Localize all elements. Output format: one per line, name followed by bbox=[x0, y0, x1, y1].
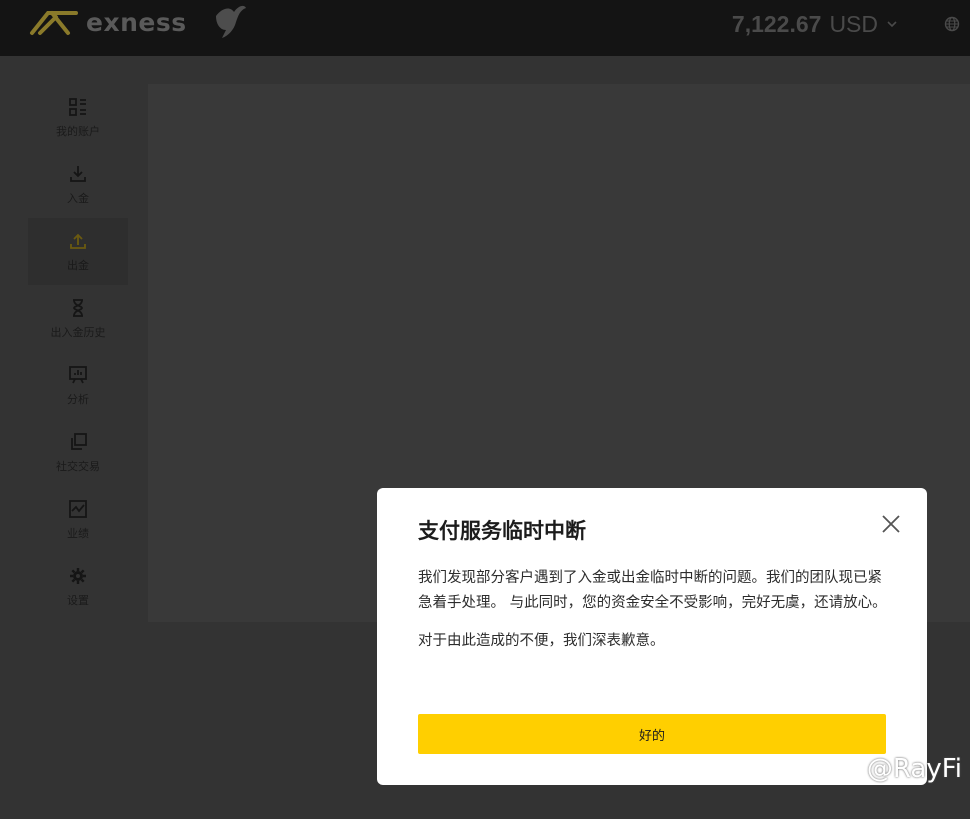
brand-name: exness bbox=[86, 7, 187, 37]
gear-icon bbox=[70, 567, 86, 584]
chevron-down-icon bbox=[887, 21, 897, 28]
close-icon[interactable] bbox=[879, 512, 903, 536]
sidebar-item-label: 入金 bbox=[67, 191, 89, 205]
performance-chart-icon bbox=[69, 499, 87, 518]
ok-button[interactable]: 好的 bbox=[418, 714, 886, 754]
balance-amount: 7,122.67 bbox=[731, 10, 822, 37]
sidebar-item-label: 设置 bbox=[67, 593, 89, 607]
sidebar-item-deposit[interactable]: 入金 bbox=[28, 151, 128, 218]
sidebar-item-analytics[interactable]: 分析 bbox=[28, 352, 128, 419]
sidebar-nav: 我的账户 入金 出金 出入金历史 分析 社交交易 业绩 设置 bbox=[28, 84, 128, 620]
watermark: @RayFi bbox=[839, 754, 962, 784]
brand-logo[interactable]: exness bbox=[28, 6, 187, 38]
zhihu-logo-icon bbox=[841, 759, 861, 779]
copy-icon bbox=[71, 432, 87, 450]
dialog-body: 我们发现部分客户遇到了入金或出金临时中断的问题。我们的团队现已紧急着手处理。 与… bbox=[418, 566, 888, 654]
sidebar-item-performance[interactable]: 业绩 bbox=[28, 486, 128, 553]
payment-interruption-dialog: 支付服务临时中断 我们发现部分客户遇到了入金或出金临时中断的问题。我们的团队现已… bbox=[377, 488, 927, 785]
watermark-text: @RayFi bbox=[866, 754, 962, 784]
sidebar-item-social-trading[interactable]: 社交交易 bbox=[28, 419, 128, 486]
analytics-icon bbox=[69, 365, 87, 383]
withdraw-icon bbox=[70, 233, 86, 249]
dove-icon bbox=[216, 5, 246, 38]
dialog-paragraph: 对于由此造成的不便，我们深表歉意。 bbox=[418, 633, 665, 649]
sidebar-item-label: 我的账户 bbox=[56, 124, 100, 138]
sidebar-item-my-account[interactable]: 我的账户 bbox=[28, 84, 128, 151]
sidebar-item-label: 社交交易 bbox=[56, 459, 100, 473]
hourglass-icon bbox=[73, 298, 83, 317]
sidebar-item-settings[interactable]: 设置 bbox=[28, 553, 128, 620]
download-icon bbox=[70, 165, 86, 182]
sidebar-item-label: 业绩 bbox=[67, 526, 89, 540]
sidebar-item-history[interactable]: 出入金历史 bbox=[28, 285, 128, 352]
dialog-title: 支付服务临时中断 bbox=[418, 519, 586, 543]
sidebar-item-label: 出金 bbox=[67, 258, 89, 272]
sidebar-item-label: 出入金历史 bbox=[50, 325, 106, 339]
grid-icon bbox=[69, 97, 86, 116]
dialog-paragraph: 我们发现部分客户遇到了入金或出金临时中断的问题。我们的团队现已紧急着手处理。 与… bbox=[418, 570, 887, 611]
sidebar-item-label: 分析 bbox=[67, 392, 89, 406]
balance-currency: USD bbox=[829, 10, 878, 37]
globe-icon[interactable] bbox=[944, 16, 960, 32]
exness-logo-mark-icon bbox=[30, 11, 78, 35]
balance-selector[interactable]: 7,122.67 USD bbox=[732, 8, 898, 40]
top-header: exness 7,122.67 USD bbox=[0, 0, 970, 56]
sidebar-item-withdraw[interactable]: 出金 bbox=[28, 218, 128, 285]
